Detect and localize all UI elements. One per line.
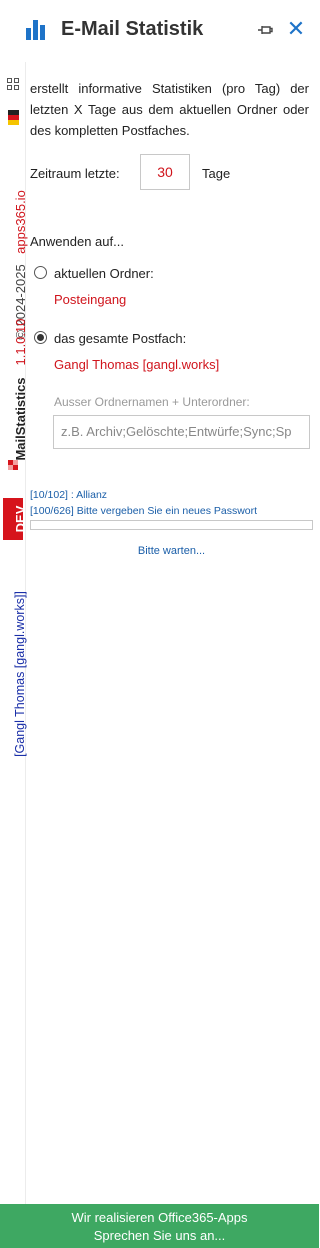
option-folder-value: Posteingang — [54, 292, 127, 307]
footer-line1: Wir realisieren Office365-Apps — [71, 1210, 248, 1225]
footer-banner[interactable]: Wir realisieren Office365-Apps Sprechen … — [0, 1204, 319, 1248]
grid-icon[interactable] — [0, 78, 26, 96]
option-mailbox-label[interactable]: das gesamte Postfach: — [54, 331, 186, 346]
flag-icon[interactable] — [0, 110, 26, 128]
wait-text: Bitte warten... — [137, 545, 206, 557]
log-line: [100/626] Bitte vergeben Sie ein neues P… — [30, 505, 258, 517]
period-unit-label: Tage — [202, 166, 231, 181]
exclude-folders-input[interactable]: z.B. Archiv;Gelöschte;Entwürfe;Sync;Sp — [53, 415, 310, 449]
apply-label: Anwenden auf... — [30, 234, 124, 249]
radio-entire-mailbox[interactable] — [34, 331, 47, 344]
site-link[interactable]: apps365.io — [13, 190, 28, 254]
version-text: 1.1.0.10 — [13, 318, 28, 366]
vertical-sidebar: apps365.io © 2024-2025 1.1.0.10 MailStat… — [0, 62, 28, 1204]
progress-bar — [30, 520, 313, 530]
description-text: erstellt informative Statistiken (pro Ta… — [30, 81, 309, 138]
app-name-text: MailStatistics — [13, 377, 28, 461]
option-mailbox-value: Gangl Thomas [gangl.works] — [54, 357, 220, 372]
log-line: [10/102] : Allianz — [30, 489, 108, 501]
panel-title: E-Mail Statistik — [61, 18, 204, 40]
dev-badge: DEV — [3, 498, 28, 540]
panel-header: E-Mail Statistik ✕ — [0, 0, 319, 62]
exclude-label: Ausser Ordnernamen + Unterordner: — [54, 395, 250, 409]
dev-badge-text: DEV — [13, 505, 28, 533]
close-icon[interactable]: ✕ — [286, 18, 306, 40]
footer-line2: Sprechen Sie uns an... — [93, 1228, 226, 1243]
period-days-input[interactable]: 30 — [140, 154, 190, 190]
app-logo-icon — [0, 460, 26, 474]
bar-chart-icon — [26, 20, 48, 40]
pin-icon[interactable] — [255, 20, 275, 40]
option-folder-label[interactable]: aktuellen Ordner: — [54, 266, 154, 281]
user-text: [Gangl Thomas [gangl.works]] — [13, 591, 27, 757]
period-label: Zeitraum letzte: — [30, 166, 120, 181]
radio-current-folder[interactable] — [34, 266, 47, 279]
